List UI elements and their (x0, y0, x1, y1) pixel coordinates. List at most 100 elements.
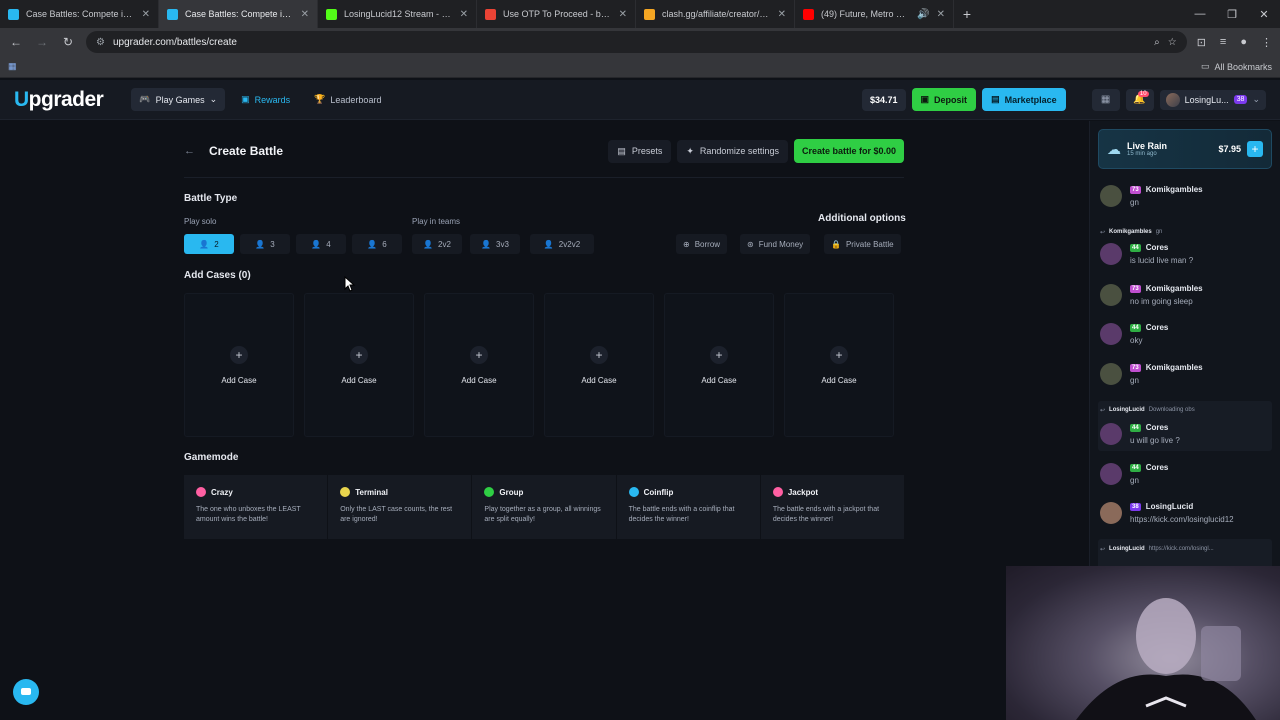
randomize-settings-button[interactable]: ✦ Randomize settings (677, 139, 788, 163)
add-case-slot[interactable]: + Add Case (784, 293, 894, 437)
chevron-down-icon: ⌄ (1252, 94, 1260, 104)
borrow-option[interactable]: ⊕ Borrow (676, 234, 728, 254)
chat-username[interactable]: Cores (1146, 323, 1169, 332)
chat-username[interactable]: Komikgambles (1146, 363, 1203, 372)
user-menu[interactable]: LosingLu... 38 ⌄ (1159, 89, 1266, 110)
chat-message: 44 Cores oky (1100, 323, 1270, 345)
site-info-icon[interactable]: ⚙ (96, 37, 105, 48)
reload-icon[interactable]: ↻ (60, 34, 76, 50)
mode-3v3[interactable]: 👤 3v3 (470, 234, 520, 254)
plus-icon: + (230, 345, 248, 364)
gamemode-coinflip[interactable]: Coinflip The battle ends with a coinflip… (616, 475, 760, 539)
logo[interactable]: Upgrader (14, 88, 104, 112)
gamemode-jackpot[interactable]: Jackpot The battle ends with a jackpot t… (760, 475, 905, 539)
close-window-icon[interactable]: ✕ (1248, 0, 1280, 28)
level-badge: 44 (1130, 463, 1141, 472)
bookmark-star-icon[interactable]: ☆ (1168, 37, 1177, 48)
gamemode-crazy[interactable]: Crazy The one who unboxes the LEAST amou… (184, 475, 328, 539)
add-case-slot[interactable]: + Add Case (544, 293, 654, 437)
jackpot-icon (772, 487, 783, 497)
zoom-icon[interactable]: ⌕ (1154, 37, 1160, 48)
mode-2v2v2[interactable]: 👤 2v2v2 (530, 234, 594, 254)
presets-button[interactable]: ▤ Presets (608, 139, 672, 163)
chat-message: 44 Cores is lucid live man ? (1100, 243, 1270, 265)
back-icon[interactable]: ← (8, 34, 24, 50)
mode-label: 2v2v2 (558, 239, 581, 249)
mode-4-players[interactable]: 👤 4 (296, 234, 346, 254)
media-icon[interactable]: ≡ (1220, 36, 1226, 48)
browser-tab-active[interactable]: Case Battles: Compete in Myste ✕ (159, 0, 318, 28)
chat-username[interactable]: Cores (1146, 423, 1169, 432)
fund-money-option[interactable]: ⊛ Fund Money (740, 234, 811, 254)
mode-2-players[interactable]: 👤 2 (184, 234, 234, 254)
mode-6-players[interactable]: 👤 6 (352, 234, 402, 254)
forward-icon[interactable]: → (34, 34, 50, 50)
chat-bubble-icon (21, 688, 31, 695)
notifications-button[interactable]: 🔔 10 (1125, 88, 1154, 111)
browser-tab[interactable]: Case Battles: Compete in Myste ✕ (0, 0, 159, 28)
chat-username[interactable]: Cores (1146, 463, 1169, 472)
add-case-slot[interactable]: + Add Case (664, 293, 774, 437)
reply-text: gn (1155, 229, 1163, 235)
mode-2v2[interactable]: 👤 2v2 (412, 234, 462, 254)
chat-message: 44 Cores gn (1100, 463, 1270, 485)
rewards-link[interactable]: ▣ Rewards (233, 88, 298, 111)
address-bar-row: ← → ↻ ⚙ upgrader.com/battles/create ⌕ ☆ … (0, 28, 1280, 56)
private-battle-option[interactable]: 🔒 Private Battle (824, 234, 901, 254)
leaderboard-link[interactable]: 🏆 Leaderboard (306, 88, 389, 111)
all-bookmarks[interactable]: ▭ All Bookmarks (1201, 61, 1272, 72)
chat-text: gn (1130, 376, 1139, 385)
level-badge: 73 (1130, 284, 1141, 293)
coinflip-icon (628, 487, 639, 497)
wallet-icon: ▣ (920, 94, 930, 104)
profile-icon[interactable]: ● (1240, 36, 1247, 48)
chat-username[interactable]: Komikgambles (1146, 185, 1203, 194)
maximize-icon[interactable]: ❐ (1216, 0, 1248, 28)
browser-tab[interactable]: LosingLucid12 Stream - Watch L ✕ (318, 0, 477, 28)
close-tab-icon[interactable]: ✕ (142, 9, 150, 20)
lock-icon: 🔒 (831, 239, 841, 249)
gamemode-group[interactable]: Group Play together as a group, all winn… (472, 475, 616, 539)
chat-username[interactable]: LosingLucid (1146, 502, 1194, 511)
add-to-rain-button[interactable]: + (1247, 141, 1263, 157)
live-rain-banner[interactable]: ☁ Live Rain 15 min ago $7.95 + (1098, 129, 1272, 169)
close-tab-icon[interactable]: ✕ (460, 9, 468, 20)
balance-display[interactable]: $34.71 (862, 88, 906, 111)
add-case-slot[interactable]: + Add Case (304, 293, 414, 437)
close-tab-icon[interactable]: ✕ (937, 9, 945, 20)
browser-tab[interactable]: (49) Future, Metro Boomin 🔊 ✕ (795, 0, 954, 28)
mode-label: 6 (382, 239, 387, 249)
new-tab-button[interactable]: + (954, 0, 980, 28)
close-tab-icon[interactable]: ✕ (301, 9, 309, 20)
mute-tab-icon[interactable]: 🔊 (917, 9, 929, 20)
gamemode-list: Crazy The one who unboxes the LEAST amou… (184, 475, 905, 539)
close-tab-icon[interactable]: ✕ (778, 9, 786, 20)
mode-3-players[interactable]: 👤 3 (240, 234, 290, 254)
url-field[interactable]: ⚙ upgrader.com/battles/create ⌕ ☆ (86, 31, 1187, 53)
create-battle-button[interactable]: Create battle for $0.00 (793, 139, 904, 163)
divider (184, 177, 904, 178)
play-games-menu[interactable]: 🎮 Play Games ⌄ (131, 88, 226, 111)
menu-icon[interactable]: ⋮ (1261, 36, 1272, 49)
rewards-label: Rewards (254, 94, 291, 105)
support-chat-button[interactable] (13, 679, 39, 705)
chat-username[interactable]: Komikgambles (1146, 284, 1203, 293)
browser-tab[interactable]: Use OTP To Proceed - beatsfor ✕ (477, 0, 636, 28)
extensions-icon[interactable]: ⊡ (1197, 36, 1206, 49)
back-arrow-icon[interactable]: ← (184, 145, 195, 157)
browser-tab[interactable]: clash.gg/affiliate/creator/DAPT ✕ (636, 0, 795, 28)
chat-link[interactable]: https://kick.com/losinglucid12 (1130, 515, 1234, 524)
add-case-slot[interactable]: + Add Case (424, 293, 534, 437)
chat-username[interactable]: Cores (1146, 243, 1169, 252)
minimize-icon[interactable]: — (1184, 0, 1216, 28)
apps-grid-icon[interactable]: ▦ (8, 61, 17, 72)
marketplace-button[interactable]: ▤ Marketplace (982, 88, 1066, 111)
add-case-slot[interactable]: + Add Case (184, 293, 294, 437)
gamemode-terminal[interactable]: Terminal Only the LAST case counts, the … (328, 475, 472, 539)
deposit-button[interactable]: ▣ Deposit (911, 88, 977, 111)
plus-icon: + (350, 345, 368, 364)
site-header: Upgrader 🎮 Play Games ⌄ ▣ Rewards 🏆 Lead… (0, 80, 1280, 120)
borrow-label: Borrow (694, 239, 721, 249)
gift-button[interactable]: ▦ (1091, 88, 1120, 111)
close-tab-icon[interactable]: ✕ (619, 9, 627, 20)
